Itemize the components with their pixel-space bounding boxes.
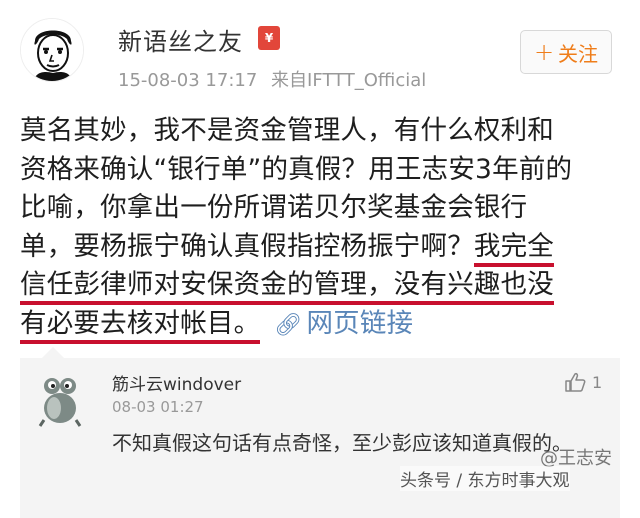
post-line: 莫名其妙，我不是资金管理人，有什么权利和 [20,115,554,146]
post-body: 莫名其妙，我不是资金管理人，有什么权利和 资格来确认“银行单”的真假？用王志安3… [20,112,624,346]
post-meta: 15-08-03 17:17 来自IFTTT_Official [118,66,434,92]
author-portrait-icon [21,19,83,81]
link-icon[interactable]: 🔗︎ [274,313,302,338]
author-avatar[interactable] [20,18,84,82]
like-button[interactable]: 1 [564,372,602,392]
red-envelope-badge: ¥ [258,26,280,50]
highlighted-text: 有必要去核对帐目。 [20,307,261,344]
source-watermark: 头条号 / 东方时事大观 [400,466,570,491]
thumbs-up-icon [565,373,586,392]
follow-button[interactable]: + 关注 [520,30,612,74]
commenter-name[interactable]: 筋斗云windover [112,370,241,395]
post-line: 单，要杨振宁确认真假指控杨振宁啊？我完全 [20,228,624,267]
post-text: 单，要杨振宁确认真假指控杨振宁啊？ [20,230,474,262]
author-name[interactable]: 新语丝之友 [118,22,243,57]
frog-avatar-icon [38,378,82,427]
web-link[interactable]: 网页链接 [306,308,413,339]
comment-time: 08-03 01:27 [112,398,204,416]
highlighted-text: 我完全 [473,230,555,267]
post-source[interactable]: 来自IFTTT_Official [271,70,426,91]
like-count: 1 [592,372,603,392]
post-line: 比喻，你拿出一份所谓诺贝尔奖基金会银行 [20,192,528,224]
plus-icon: + [533,38,555,66]
comment-text: 不知真假这句话有点奇怪，至少彭应该知道真假的。 [112,431,572,455]
post-line: 有必要去核对帐目。 🔗︎ 网页链接 [20,305,624,346]
post-line: 资格来确认“银行单”的真假？用王志安3年前的 [20,153,573,185]
post-line: 信任彭律师对安保资金的管理，没有兴趣也没 [20,266,624,306]
post-timestamp: 15-08-03 17:17 [118,70,258,91]
comment-box: 筋斗云windover 08-03 01:27 1 不知真假这句话有点奇怪，至少… [20,347,620,518]
follow-label: 关注 [558,41,599,66]
commenter-avatar[interactable] [32,372,88,428]
highlighted-text: 信任彭律师对安保资金的管理，没有兴趣也没 [20,269,554,306]
